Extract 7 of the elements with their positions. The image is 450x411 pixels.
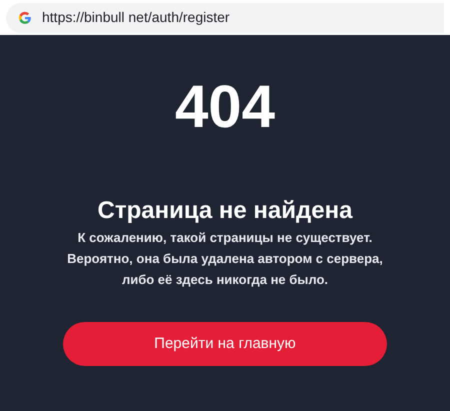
address-bar[interactable]: https://binbull net/auth/register xyxy=(6,2,444,32)
error-message: К сожалению, такой страницы не существует. Вероятно, она была удалена автором с сервера, либо её здесь никогда не было. xyxy=(66,229,384,289)
google-icon xyxy=(18,10,32,24)
url-text: https://binbull net/auth/register xyxy=(42,8,230,27)
error-title: Страница не найдена xyxy=(98,197,352,225)
home-button[interactable]: Перейти на главную xyxy=(63,322,387,366)
error-code: 404 xyxy=(174,77,276,137)
